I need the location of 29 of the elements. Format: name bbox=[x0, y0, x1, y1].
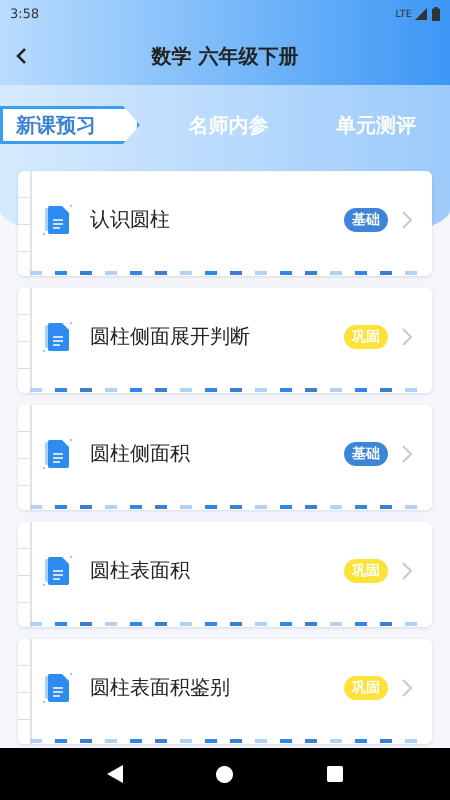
network-label: LTE bbox=[395, 8, 412, 20]
level-tag: 巩固 bbox=[344, 324, 388, 348]
lesson-card[interactable]: 圆柱表面积 巩固 bbox=[18, 522, 432, 627]
page-title: 数学 六年级下册 bbox=[152, 43, 298, 70]
lesson-title: 认识圆柱 bbox=[90, 206, 171, 233]
recents-icon[interactable] bbox=[327, 766, 344, 782]
home-icon[interactable] bbox=[216, 766, 234, 782]
chevron-right-icon bbox=[402, 562, 412, 580]
chevron-right-icon bbox=[402, 210, 412, 228]
tab[interactable]: 新课预习 bbox=[0, 106, 140, 144]
lesson-title: 圆柱表面积 bbox=[90, 557, 191, 584]
battery-icon bbox=[432, 7, 440, 21]
chevron-right-icon bbox=[402, 328, 412, 346]
lesson-title: 圆柱表面积鉴别 bbox=[90, 674, 231, 701]
status-time: 3:58 bbox=[10, 6, 40, 22]
lesson-card[interactable]: 认识圆柱 基础 bbox=[18, 171, 432, 276]
lesson-card[interactable]: 圆柱表面积鉴别 巩固 bbox=[18, 639, 432, 744]
lesson-card[interactable]: 圆柱侧面展开判断 巩固 bbox=[18, 288, 432, 393]
level-tag: 基础 bbox=[344, 442, 388, 466]
lesson-title: 圆柱侧面积 bbox=[90, 440, 191, 467]
lesson-title: 圆柱侧面展开判断 bbox=[90, 323, 251, 350]
signal-icon bbox=[415, 8, 427, 20]
level-tag: 巩固 bbox=[344, 558, 388, 582]
level-tag: 巩固 bbox=[344, 676, 388, 700]
chevron-right-icon bbox=[402, 444, 412, 462]
level-tag: 基础 bbox=[344, 208, 388, 232]
lesson-card[interactable]: 圆柱侧面积 基础 bbox=[18, 405, 432, 510]
back-nav-icon[interactable] bbox=[106, 765, 123, 783]
chevron-right-icon bbox=[402, 678, 412, 696]
